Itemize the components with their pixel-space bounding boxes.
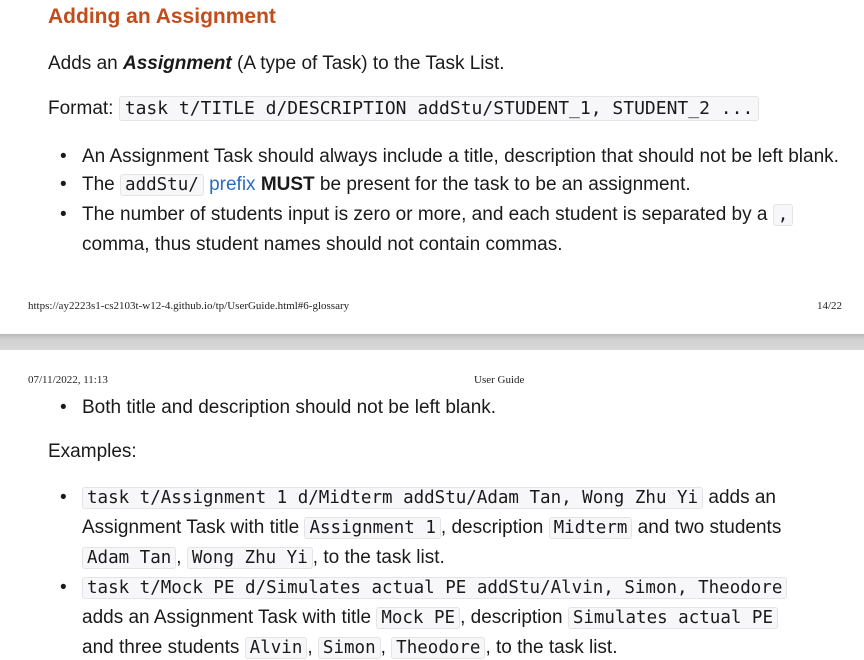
continued-list: Both title and description should not be… bbox=[48, 393, 862, 422]
section-heading: Adding an Assignment bbox=[48, 5, 276, 28]
code-title: Assignment 1 bbox=[304, 517, 441, 539]
text: and three students bbox=[82, 637, 245, 658]
pdf-page-15: 07/11/2022, 11:13 User Guide Both title … bbox=[0, 350, 864, 660]
list-item: Both title and description should not be… bbox=[60, 393, 862, 422]
code-description: Midterm bbox=[548, 517, 633, 539]
comma-code: , bbox=[772, 204, 794, 226]
list-item: task t/Assignment 1 d/Midterm addStu/Ada… bbox=[60, 483, 862, 573]
code-student: Alvin bbox=[244, 637, 308, 659]
prefix-link[interactable]: prefix bbox=[209, 174, 255, 195]
assignment-term: Assignment bbox=[123, 53, 232, 74]
text: , bbox=[307, 637, 318, 658]
code-description: Simulates actual PE bbox=[567, 607, 778, 629]
intro-paragraph: Adds an Assignment (A type of Task) to t… bbox=[48, 53, 505, 75]
footer-url: https://ay2223s1-cs2103t-w12-4.github.io… bbox=[28, 300, 350, 312]
text: adds an bbox=[703, 487, 776, 508]
print-date: 07/11/2022, 11:13 bbox=[28, 374, 108, 386]
format-code: task t/TITLE d/DESCRIPTION addStu/STUDEN… bbox=[118, 96, 760, 121]
intro-text-tail: (A type of Task) to the Task List. bbox=[231, 53, 505, 74]
text: , to the task list. bbox=[312, 547, 445, 568]
examples-label: Examples: bbox=[48, 441, 137, 462]
example-command: task t/Mock PE d/Simulates actual PE add… bbox=[82, 577, 788, 599]
text: Assignment Task with title bbox=[82, 517, 305, 538]
code-student: Wong Zhu Yi bbox=[186, 547, 313, 569]
format-label: Format: bbox=[48, 98, 119, 119]
text: , to the task list. bbox=[485, 637, 618, 658]
text: be present for the task to be an assignm… bbox=[314, 174, 691, 195]
example-command: task t/Assignment 1 d/Midterm addStu/Ada… bbox=[82, 487, 704, 509]
text: , bbox=[176, 547, 187, 568]
code-student: Theodore bbox=[391, 637, 486, 659]
code-student: Simon bbox=[317, 637, 381, 659]
intro-text: Adds an bbox=[48, 53, 123, 74]
code-student: Adam Tan bbox=[82, 547, 177, 569]
text: , description bbox=[460, 607, 568, 628]
text: The number of students input is zero or … bbox=[82, 204, 773, 225]
constraints-list: An Assignment Task should always include… bbox=[48, 142, 862, 259]
examples-list: task t/Assignment 1 d/Midterm addStu/Ada… bbox=[48, 483, 862, 660]
text: adds an Assignment Task with title bbox=[82, 607, 377, 628]
pdf-page-14: Adding an Assignment Adds an Assignment … bbox=[0, 0, 864, 334]
prefix-code: addStu/ bbox=[120, 174, 204, 196]
list-item: task t/Mock PE d/Simulates actual PE add… bbox=[60, 573, 862, 660]
code-title: Mock PE bbox=[376, 607, 461, 629]
text: comma, thus student names should not con… bbox=[82, 234, 563, 255]
list-item: An Assignment Task should always include… bbox=[60, 142, 862, 171]
must-emphasis: MUST bbox=[260, 174, 315, 195]
format-line: Format: task t/TITLE d/DESCRIPTION addSt… bbox=[48, 96, 760, 121]
text: The bbox=[82, 174, 121, 195]
text: , description bbox=[440, 517, 549, 538]
list-item: The number of students input is zero or … bbox=[60, 200, 862, 259]
text: , bbox=[380, 637, 392, 658]
page-number: 14/22 bbox=[816, 300, 842, 312]
text: and two students bbox=[632, 517, 782, 538]
page-separator bbox=[0, 334, 864, 350]
list-item: The addStu/ prefix MUST be present for t… bbox=[60, 170, 862, 200]
print-title: User Guide bbox=[474, 374, 525, 386]
